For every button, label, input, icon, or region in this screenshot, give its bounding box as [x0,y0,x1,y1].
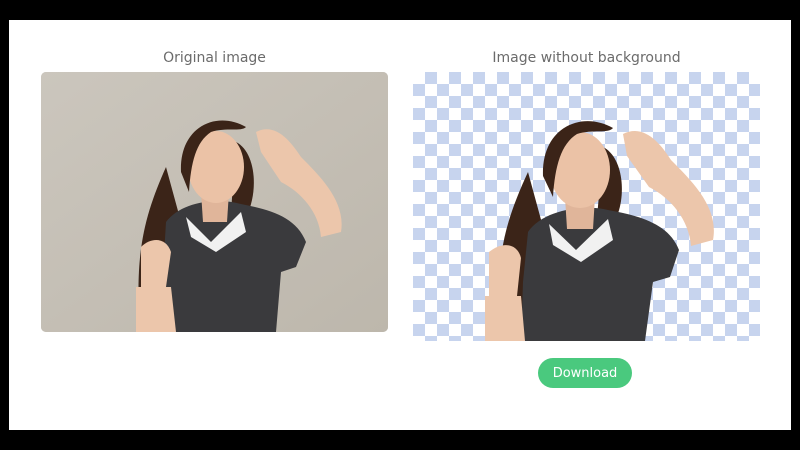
original-image [41,72,388,332]
cutout-portrait [485,121,714,341]
result-caption: Image without background [492,50,681,66]
original-caption: Original image [163,50,266,66]
background-removed-image [413,72,760,341]
download-button[interactable]: Download [538,358,632,388]
portrait-photo [41,72,388,332]
comparison-panel: Original image Image without background [9,20,791,430]
